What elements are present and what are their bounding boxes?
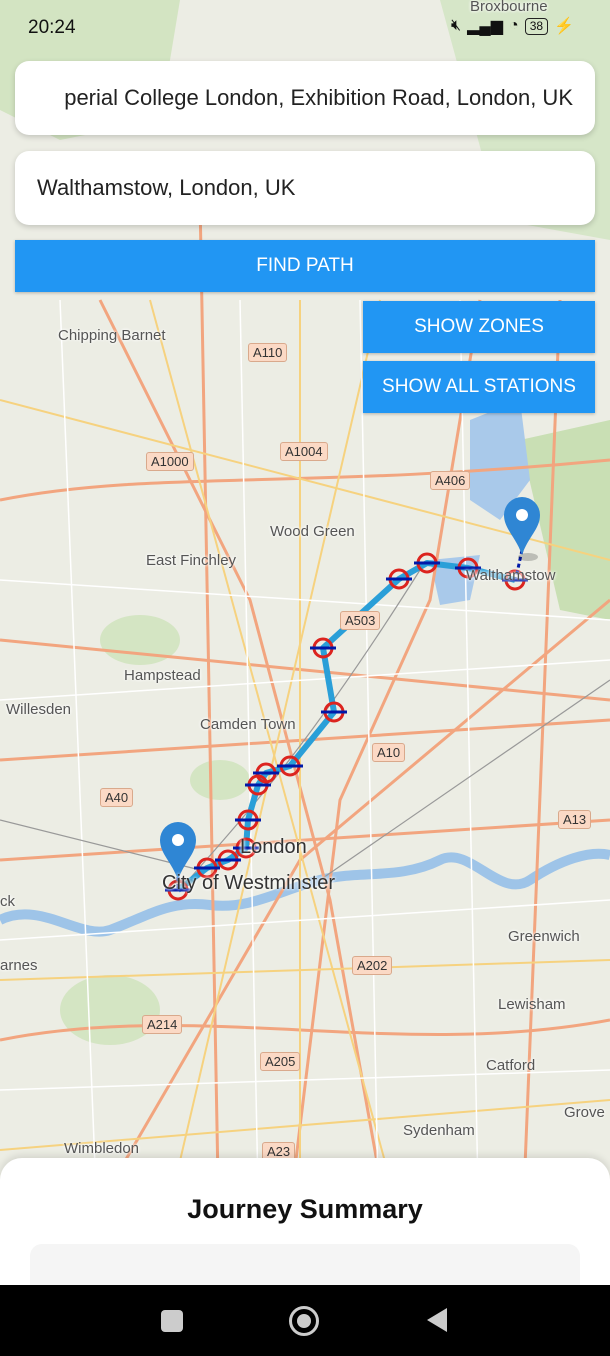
show-zones-button[interactable]: SHOW ZONES [363, 301, 595, 353]
road-label: A202 [352, 956, 393, 975]
place-label: East Finchley [146, 552, 237, 569]
destination-input-value: Walthamstow, London, UK [37, 175, 296, 200]
road-label: A110 [248, 343, 288, 362]
road-label: A205 [260, 1052, 301, 1071]
origin-input-value: perial College London, Exhibition Road, … [64, 85, 573, 110]
place-label: City of Westminster [162, 872, 335, 894]
back-icon[interactable] [427, 1308, 447, 1332]
place-label: Willesden [6, 701, 72, 718]
place-label: ck [0, 893, 15, 910]
road-label: A13 [558, 810, 592, 829]
park-area [60, 975, 160, 1045]
place-label: Lewisham [498, 996, 566, 1013]
park-area [190, 760, 250, 800]
journey-summary-title: Journey Summary [187, 1194, 423, 1224]
charging-icon: ⚡ [554, 18, 574, 35]
road-label: A503 [340, 611, 381, 630]
origin-input[interactable]: perial College London, Exhibition Road, … [15, 61, 595, 135]
place-label: Walthamstow [466, 567, 556, 584]
mute-icon: 🔇︎ [451, 17, 462, 34]
place-label: Chipping Barnet [58, 327, 166, 344]
place-label: arnes [0, 957, 38, 974]
place-label: Grove [564, 1104, 605, 1121]
road-label: A214 [142, 1015, 183, 1034]
signal-icon: ▂▄▆ [467, 18, 504, 35]
place-label: Camden Town [200, 716, 296, 733]
show-all-stations-button[interactable]: SHOW ALL STATIONS [363, 361, 595, 413]
recents-icon[interactable] [161, 1310, 183, 1332]
road-label: A1000 [146, 452, 194, 471]
road-label: A1004 [280, 442, 328, 461]
place-label: London [240, 836, 307, 858]
status-icons: 🔇︎ ▂▄▆ ◔ 38 ⚡ [451, 16, 574, 36]
home-icon[interactable] [289, 1306, 319, 1336]
place-label: Wood Green [270, 523, 355, 540]
find-path-button[interactable]: FIND PATH [15, 240, 595, 292]
place-label: Greenwich [508, 928, 580, 945]
road-label: A406 [430, 471, 471, 490]
wifi-icon: ◔ [509, 17, 519, 34]
place-label: Hampstead [124, 667, 201, 684]
system-nav-bar [0, 1285, 610, 1356]
place-label: Catford [486, 1057, 536, 1074]
battery-icon: 38 [524, 17, 549, 35]
place-label: Sydenham [403, 1122, 475, 1139]
road-label: A10 [372, 743, 406, 762]
journey-summary-sheet[interactable]: Journey Summary [0, 1158, 610, 1304]
status-bar: 20:24 🔇︎ ▂▄▆ ◔ 38 ⚡ [0, 0, 610, 56]
place-label: Wimbledon [64, 1140, 140, 1157]
road-label: A40 [100, 788, 134, 807]
status-time: 20:24 [28, 17, 76, 38]
destination-input[interactable]: Walthamstow, London, UK [15, 151, 595, 225]
